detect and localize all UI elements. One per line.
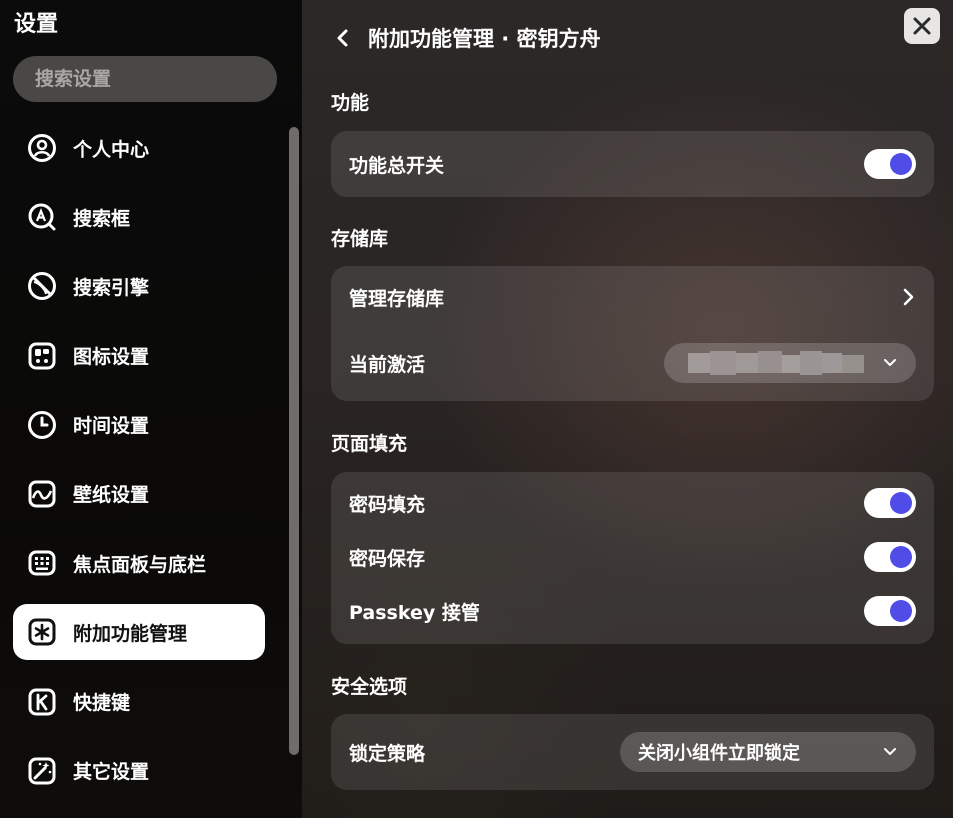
- page-header: 附加功能管理 · 密钥方舟: [332, 20, 601, 56]
- sidebar-item-label: 壁纸设置: [73, 484, 150, 507]
- current-vault-label: 当前激活: [349, 353, 426, 376]
- sidebar-nav: 个人中心 搜索框 搜索引擎 图标设置 时间设置 壁纸设置 焦点面板与底栏 附加功…: [13, 120, 265, 812]
- sidebar-item-time-settings[interactable]: 时间设置: [13, 397, 265, 453]
- sidebar-item-label: 图标设置: [73, 346, 150, 369]
- master-switch-toggle[interactable]: [864, 149, 916, 179]
- section-title-features: 功能: [331, 92, 370, 114]
- sidebar-item-label: 快捷键: [73, 692, 131, 714]
- password-save-label: 密码保存: [349, 547, 426, 570]
- sidebar-item-label: 搜索引擎: [73, 276, 150, 299]
- sidebar-item-wallpaper[interactable]: 壁纸设置: [13, 466, 265, 522]
- security-card: 锁定策略 关闭小组件立即锁定: [331, 714, 934, 790]
- user-circle-icon: [26, 132, 58, 164]
- master-switch-label: 功能总开关: [349, 154, 445, 177]
- password-fill-toggle[interactable]: [864, 488, 916, 518]
- toggle-knob: [890, 492, 912, 514]
- passkey-row: Passkey 接管: [331, 586, 934, 636]
- sidebar-item-label: 时间设置: [73, 415, 150, 438]
- search-input[interactable]: [33, 67, 304, 91]
- sidebar-title: 设置: [14, 12, 59, 37]
- sidebar-item-addons[interactable]: 附加功能管理: [13, 604, 265, 661]
- passkey-toggle[interactable]: [864, 596, 916, 626]
- sidebar-item-profile[interactable]: 个人中心: [13, 120, 265, 176]
- search-box-icon: [26, 201, 58, 233]
- password-save-row: 密码保存: [331, 532, 934, 582]
- addon-icon: [26, 616, 58, 648]
- sidebar-item-shortcuts[interactable]: 快捷键: [13, 674, 265, 730]
- close-button[interactable]: [904, 8, 940, 44]
- current-vault-value: [688, 347, 882, 379]
- toggle-knob: [890, 546, 912, 568]
- lock-policy-value: 关闭小组件立即锁定: [638, 743, 800, 764]
- toggle-knob: [890, 153, 912, 175]
- sidebar-item-label: 附加功能管理: [73, 622, 188, 645]
- password-fill-row: 密码填充: [331, 478, 934, 528]
- manage-vault-row[interactable]: 管理存储库: [331, 266, 934, 328]
- sidebar-item-label: 个人中心: [73, 138, 150, 161]
- close-icon[interactable]: [912, 16, 932, 36]
- manage-vault-label: 管理存储库: [349, 287, 445, 310]
- back-button[interactable]: [332, 20, 358, 56]
- sidebar-item-other-settings[interactable]: 其它设置: [13, 743, 265, 799]
- icon-grid-icon: [26, 340, 58, 372]
- lock-policy-select[interactable]: 关闭小组件立即锁定: [620, 732, 916, 772]
- sidebar-item-label: 焦点面板与底栏: [73, 553, 207, 576]
- chevron-down-icon: [882, 355, 898, 371]
- settings-window: 设置 个人中心 搜索框: [0, 0, 953, 818]
- sidebar-item-label: 其它设置: [73, 761, 150, 784]
- sidebar-item-search-box[interactable]: 搜索框: [13, 189, 265, 245]
- shortcut-icon: [26, 686, 58, 718]
- keyboard-icon: [26, 547, 58, 579]
- main-panel: 附加功能管理 · 密钥方舟 功能 功能总开关 存储库 管理存储库 当前激活 页面…: [302, 0, 953, 818]
- chevron-right-icon: [900, 287, 916, 307]
- lock-policy-label: 锁定策略: [349, 742, 426, 765]
- current-vault-row: 当前激活: [331, 332, 934, 394]
- page-title: 附加功能管理 · 密钥方舟: [368, 27, 601, 51]
- password-fill-label: 密码填充: [349, 493, 426, 516]
- chevron-left-icon[interactable]: [332, 27, 354, 49]
- current-vault-select[interactable]: [664, 343, 916, 383]
- autofill-card: 密码填充 密码保存 Passkey 接管: [331, 472, 934, 644]
- sidebar: 设置 个人中心 搜索框: [0, 0, 323, 818]
- toggle-knob: [890, 600, 912, 622]
- master-switch-row: 功能总开关: [331, 131, 934, 197]
- search-engine-icon: [26, 270, 58, 302]
- section-title-autofill: 页面填充: [331, 433, 408, 455]
- section-title-security: 安全选项: [331, 676, 408, 698]
- magic-wand-icon: [26, 755, 58, 787]
- sidebar-scrollbar-thumb[interactable]: [289, 127, 299, 755]
- search-bar[interactable]: [13, 56, 323, 102]
- sidebar-item-icon-settings[interactable]: 图标设置: [13, 328, 265, 384]
- sidebar-item-label: 搜索框: [73, 207, 131, 230]
- wallpaper-icon: [26, 478, 58, 510]
- password-save-toggle[interactable]: [864, 542, 916, 572]
- vault-card: 管理存储库 当前激活: [331, 266, 934, 401]
- passkey-label: Passkey 接管: [349, 601, 480, 624]
- sidebar-item-focus-panel[interactable]: 焦点面板与底栏: [13, 535, 265, 591]
- sidebar-item-search-engine[interactable]: 搜索引擎: [13, 258, 265, 314]
- chevron-down-icon: [882, 744, 898, 760]
- section-title-vault: 存储库: [331, 228, 389, 250]
- features-card: 功能总开关: [331, 131, 934, 197]
- lock-policy-row: 锁定策略 关闭小组件立即锁定: [331, 714, 934, 790]
- clock-icon: [26, 409, 58, 441]
